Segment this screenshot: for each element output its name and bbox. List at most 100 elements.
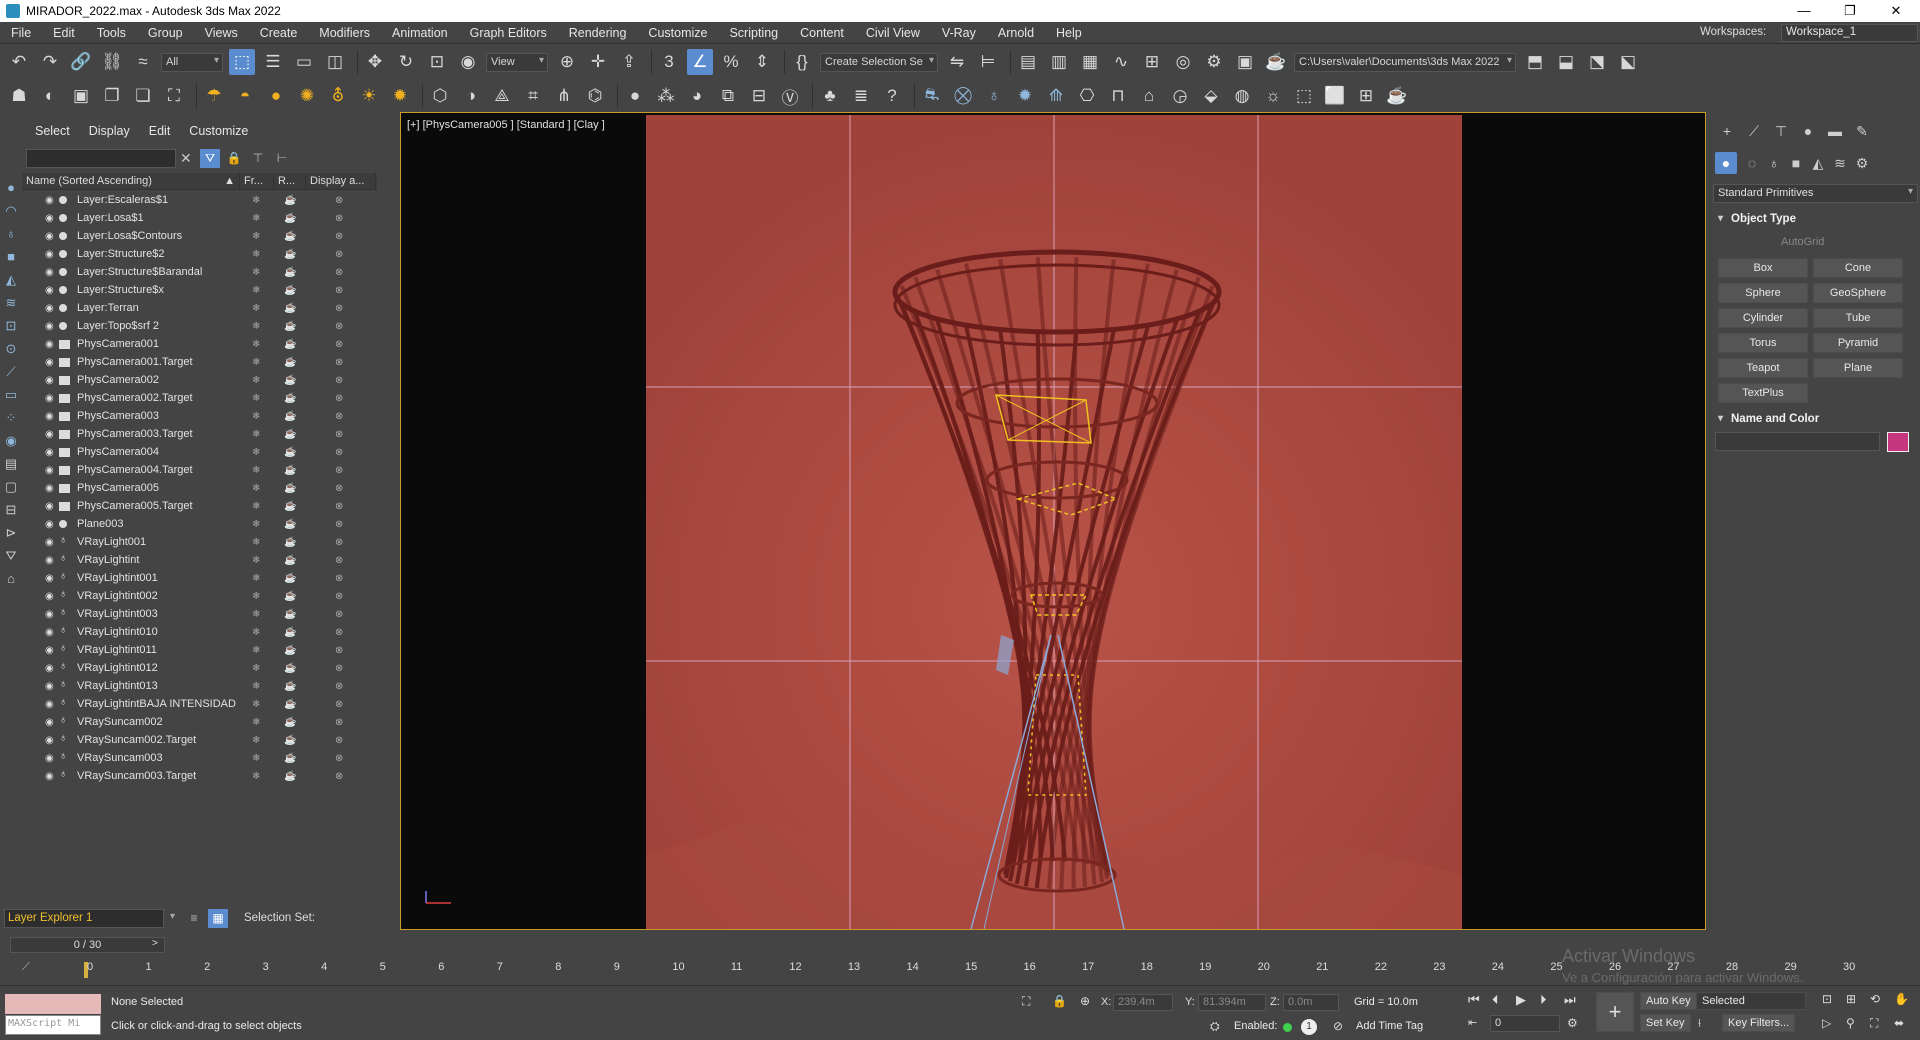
go-to-start-icon[interactable]: ⏮ <box>1468 992 1480 1008</box>
display-spacewarps-icon[interactable]: ≋ <box>1 293 21 313</box>
freeze-icon[interactable]: ❄ <box>252 447 260 458</box>
explorer-row[interactable]: ◉ Layer:Structure$Barandal ❄ ☕ ⊗ <box>22 263 377 281</box>
selection-filter-dropdown[interactable]: All <box>161 52 223 72</box>
explorer-row[interactable]: ◉ PhysCamera003 ❄ ☕ ⊗ <box>22 407 377 425</box>
freeze-icon[interactable]: ❄ <box>252 735 260 746</box>
display-as-box-icon[interactable]: ⊗ <box>335 249 343 260</box>
workspace-select[interactable]: Workspace_1 <box>1781 24 1918 42</box>
window-crossing-icon[interactable]: ◫ <box>322 49 348 75</box>
vray-mesh-light-icon[interactable]: ⛢ <box>325 83 351 109</box>
visibility-eye-icon[interactable]: ◉ <box>45 285 55 296</box>
object-color-swatch[interactable] <box>1887 432 1909 452</box>
explorer-row[interactable]: ◉ PhysCamera003.Target ❄ ☕ ⊗ <box>22 425 377 443</box>
visibility-eye-icon[interactable]: ◉ <box>45 321 55 332</box>
explorer-row[interactable]: ◉ Layer:Topo$srf 2 ❄ ☕ ⊗ <box>22 317 377 335</box>
plane-button[interactable]: Plane <box>1813 358 1903 378</box>
display-as-box-icon[interactable]: ⊗ <box>335 573 343 584</box>
place-icon[interactable]: ◉ <box>455 49 481 75</box>
project-settings-icon[interactable]: ⬕ <box>1615 49 1641 75</box>
menu-views[interactable]: Views <box>194 26 249 40</box>
display-as-box-icon[interactable]: ⊗ <box>335 609 343 620</box>
display-as-box-icon[interactable]: ⊗ <box>335 645 343 656</box>
arnold-material-icon[interactable]: ◕ <box>684 83 710 109</box>
curve-editor-toggle-icon[interactable]: ⟋ <box>22 961 30 974</box>
camera-target-icon[interactable]: ⛒ <box>950 83 976 109</box>
move-icon[interactable]: ✥ <box>362 49 388 75</box>
viewport-label[interactable]: [+] [PhysCamera005 ] [Standard ] [Clay ] <box>407 119 605 131</box>
explorer-row[interactable]: ◉ ♁ VRayLightint003 ❄ ☕ ⊗ <box>22 605 377 623</box>
box-button[interactable]: Box <box>1718 258 1808 278</box>
renderable-icon[interactable]: ☕ <box>284 681 296 692</box>
torus-button[interactable]: Torus <box>1718 333 1808 353</box>
layers-icon[interactable]: ≡ <box>184 909 204 928</box>
snaps-toggle-icon[interactable]: 3 <box>656 49 682 75</box>
renderable-icon[interactable]: ☕ <box>284 195 296 206</box>
vray-ambient-icon[interactable]: ☀ <box>356 83 382 109</box>
vray-sun-icon[interactable]: ☂ <box>201 83 227 109</box>
display-as-box-icon[interactable]: ⊗ <box>335 771 343 782</box>
visibility-eye-icon[interactable]: ◉ <box>45 267 55 278</box>
renderable-icon[interactable]: ☕ <box>284 321 296 332</box>
explorer-row[interactable]: ◉ PhysCamera004 ❄ ☕ ⊗ <box>22 443 377 461</box>
link-icon[interactable]: 🔗 <box>68 49 94 75</box>
arnold-logo-icon[interactable]: Ⓥ <box>777 83 803 109</box>
region-select-icon[interactable]: ▭ <box>291 49 317 75</box>
layer-explorer-dropdown[interactable]: Layer Explorer 1 <box>4 908 175 928</box>
sort-by-layer-icon[interactable]: ▦ <box>208 908 228 928</box>
vray-ies-icon[interactable]: ✺ <box>294 83 320 109</box>
display-as-box-icon[interactable]: ⊗ <box>335 447 343 458</box>
display-as-box-icon[interactable]: ⊗ <box>335 483 343 494</box>
explorer-row[interactable]: ◉ Layer:Structure$2 ❄ ☕ ⊗ <box>22 245 377 263</box>
renderable-icon[interactable]: ☕ <box>284 375 296 386</box>
freeze-icon[interactable]: ❄ <box>252 195 260 206</box>
display-geometry-icon[interactable]: ● <box>1 178 21 198</box>
pan-icon[interactable]: ✋ <box>1894 992 1909 1006</box>
freeze-icon[interactable]: ❄ <box>252 231 260 242</box>
hierarchy-tab-icon[interactable]: ⊤ <box>1770 120 1792 142</box>
explorer-row[interactable]: ◉ Plane003 ❄ ☕ ⊗ <box>22 515 377 533</box>
tree-tool-icon[interactable]: ⟰ <box>1043 83 1069 109</box>
explorer-row[interactable]: ◉ ♁ VRayLightint010 ❄ ☕ ⊗ <box>22 623 377 641</box>
freeze-icon[interactable]: ❄ <box>252 645 260 656</box>
pyramid-button[interactable]: Pyramid <box>1813 333 1903 353</box>
key-mode-icon[interactable]: ⇤ <box>1468 1016 1477 1029</box>
viewport[interactable]: [+] [PhysCamera005 ] [Standard ] [Clay ] <box>400 112 1706 930</box>
vray-fur-grass-icon[interactable]: ⋔ <box>551 83 577 109</box>
object-type-rollout[interactable]: Object Type <box>1713 210 1918 228</box>
mirror-icon[interactable]: ⇋ <box>944 49 970 75</box>
menu-arnold[interactable]: Arnold <box>987 26 1045 40</box>
display-bones-icon[interactable]: ⟋ <box>1 362 21 382</box>
menu-help[interactable]: Help <box>1045 26 1093 40</box>
renderable-icon[interactable]: ☕ <box>284 609 296 620</box>
freeze-icon[interactable]: ❄ <box>252 771 260 782</box>
explorer-menu-select[interactable]: Select <box>35 124 70 138</box>
freeze-icon[interactable]: ❄ <box>252 663 260 674</box>
teapot-render-icon[interactable]: ☕ <box>1384 83 1410 109</box>
key-filter-selected-dropdown[interactable]: Selected <box>1696 992 1806 1010</box>
undo-icon[interactable]: ↶ <box>6 49 32 75</box>
freeze-icon[interactable]: ❄ <box>252 465 260 476</box>
renderable-icon[interactable]: ☕ <box>284 771 296 782</box>
visibility-eye-icon[interactable]: ◉ <box>45 627 55 638</box>
explorer-row[interactable]: ◉ ♁ VRaySuncam002 ❄ ☕ ⊗ <box>22 713 377 731</box>
edit-named-selection-icon[interactable]: {} <box>789 49 815 75</box>
renderable-icon[interactable]: ☕ <box>284 213 296 224</box>
renderable-icon[interactable]: ☕ <box>284 447 296 458</box>
explorer-row[interactable]: ◉ Layer:Losa$1 ❄ ☕ ⊗ <box>22 209 377 227</box>
sphere-tool-icon[interactable]: ◍ <box>1229 83 1255 109</box>
material-ball-icon[interactable]: ⬙ <box>1198 83 1224 109</box>
display-xrefs-icon[interactable]: ⊙ <box>1 339 21 359</box>
column-display[interactable]: Display a... <box>306 173 376 189</box>
schematic-view-icon[interactable]: ⊞ <box>1139 49 1165 75</box>
y-coord-field[interactable]: 81.394m <box>1198 994 1266 1011</box>
renderable-icon[interactable]: ☕ <box>284 717 296 728</box>
book-icon[interactable]: ⊓ <box>1105 83 1131 109</box>
display-shapes-icon[interactable]: ◠ <box>1 201 21 221</box>
freeze-icon[interactable]: ❄ <box>252 321 260 332</box>
display-as-box-icon[interactable]: ⊗ <box>335 393 343 404</box>
menu-create[interactable]: Create <box>249 26 309 40</box>
visibility-eye-icon[interactable]: ◉ <box>45 483 55 494</box>
tube-button[interactable]: Tube <box>1813 308 1903 328</box>
freeze-icon[interactable]: ❄ <box>252 267 260 278</box>
display-as-box-icon[interactable]: ⊗ <box>335 519 343 530</box>
